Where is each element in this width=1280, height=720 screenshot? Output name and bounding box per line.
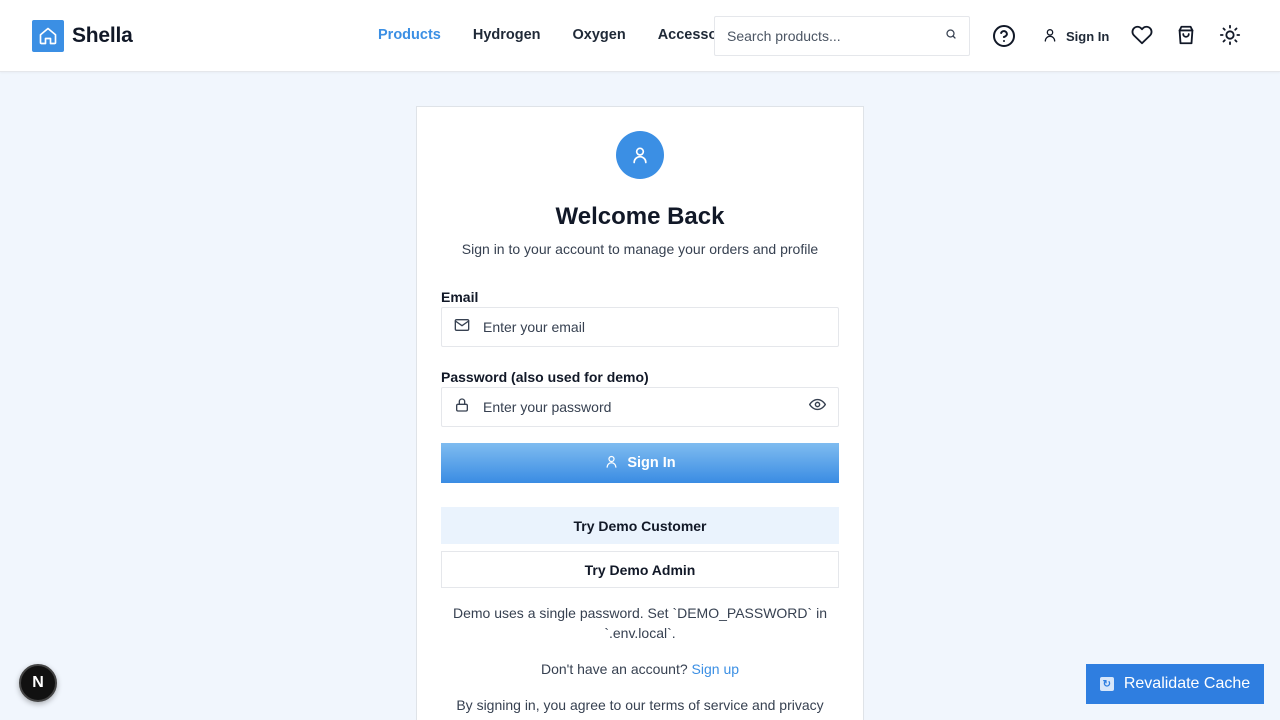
header-signin-label: Sign In <box>1066 29 1110 44</box>
email-label: Email <box>441 289 479 305</box>
signup-prompt: Don't have an account? <box>540 661 688 677</box>
heart-icon[interactable] <box>1131 24 1153 46</box>
login-subtitle: Sign in to your account to manage your o… <box>461 241 819 257</box>
demo-note: Demo uses a single password. Set `DEMO_P… <box>453 605 827 641</box>
header-signin-link[interactable]: Sign In <box>1042 27 1109 46</box>
revalidate-label: Revalidate Cache <box>1123 675 1251 692</box>
home-icon <box>32 20 64 52</box>
nav-item-oxygen[interactable]: Oxygen <box>573 27 626 43</box>
site-header: Shella Products Hydrogen Oxygen Accessor… <box>0 0 1280 72</box>
password-field[interactable] <box>483 399 809 415</box>
password-field-wrapper <box>441 387 839 427</box>
nav-item-hydrogen[interactable]: Hydrogen <box>473 27 541 43</box>
signup-prompt-row: Don't have an account? Sign up <box>417 661 863 677</box>
help-circle-icon[interactable] <box>992 24 1016 48</box>
signin-button[interactable]: Sign In <box>441 443 839 483</box>
shopping-bag-icon[interactable] <box>1175 24 1197 46</box>
signin-button-label: Sign In <box>627 455 676 471</box>
search-icon[interactable] <box>945 27 957 45</box>
signup-link[interactable]: Sign up <box>692 661 739 677</box>
brand-name: Shella <box>72 24 133 47</box>
revalidate-cache-button[interactable]: ↻ Revalidate Cache <box>1086 664 1264 704</box>
demo-admin-button[interactable]: Try Demo Admin <box>441 551 839 588</box>
mail-icon <box>454 317 470 338</box>
login-title: Welcome Back <box>555 203 725 230</box>
sun-icon[interactable] <box>1219 24 1241 46</box>
login-card: Welcome Back Sign in to your account to … <box>416 106 864 720</box>
nav-item-products[interactable]: Products <box>378 27 441 43</box>
demo-customer-button[interactable]: Try Demo Customer <box>441 507 839 544</box>
next-dev-badge[interactable]: N <box>19 664 57 702</box>
main-nav: Products Hydrogen Oxygen Accessories <box>378 27 743 43</box>
brand-logo-link[interactable]: Shella <box>32 20 133 52</box>
email-field[interactable] <box>483 319 826 335</box>
password-label: Password (also used for demo) <box>441 369 649 385</box>
refresh-icon: ↻ <box>1099 677 1114 691</box>
email-field-wrapper <box>441 307 839 347</box>
user-icon <box>604 454 619 473</box>
search-input[interactable] <box>727 28 945 44</box>
eye-icon[interactable] <box>809 396 826 418</box>
user-avatar-icon <box>616 131 664 179</box>
lock-icon <box>454 397 470 418</box>
search-box <box>714 16 970 56</box>
terms-text: By signing in, you agree to our terms of… <box>456 697 824 713</box>
user-icon <box>1042 27 1058 46</box>
